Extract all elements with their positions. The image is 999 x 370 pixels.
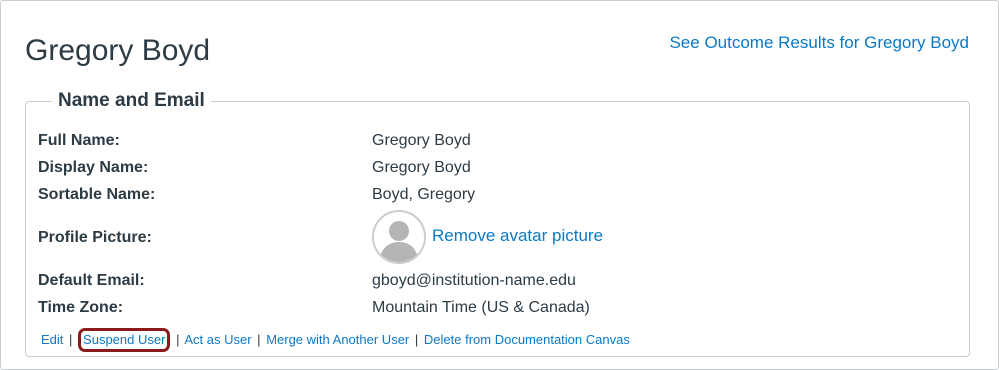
user-actions-bar: Edit | Suspend User | Act as User | Merg…	[41, 328, 630, 352]
time-zone-label: Time Zone:	[38, 299, 124, 316]
see-outcome-results-link[interactable]: See Outcome Results for Gregory Boyd	[669, 33, 969, 53]
sortable-name-value: Boyd, Gregory	[372, 186, 476, 203]
full-name-value: Gregory Boyd	[372, 132, 471, 149]
display-name-value: Gregory Boyd	[372, 159, 471, 176]
delete-user-link[interactable]: Delete from Documentation Canvas	[424, 332, 630, 347]
user-details-panel: Gregory Boyd See Outcome Results for Gre…	[0, 0, 999, 370]
merge-user-link[interactable]: Merge with Another User	[266, 332, 409, 347]
name-and-email-fieldset: Name and Email Full Name: Gregory Boyd D…	[25, 90, 970, 357]
separator: |	[176, 332, 180, 347]
suspend-user-link[interactable]: Suspend User	[83, 332, 165, 347]
separator: |	[69, 332, 73, 347]
separator: |	[414, 332, 419, 347]
avatar	[372, 210, 426, 264]
remove-avatar-link[interactable]: Remove avatar picture	[432, 226, 603, 246]
full-name-label: Full Name:	[38, 132, 120, 149]
separator: |	[257, 332, 261, 347]
act-as-user-link[interactable]: Act as User	[184, 332, 251, 347]
display-name-label: Display Name:	[38, 159, 149, 176]
page-title: Gregory Boyd	[25, 34, 211, 67]
fieldset-legend: Name and Email	[52, 90, 211, 112]
time-zone-value: Mountain Time (US & Canada)	[372, 299, 590, 316]
default-email-value: gboyd@institution-name.edu	[372, 272, 576, 289]
profile-picture-label: Profile Picture:	[38, 229, 152, 246]
suspend-user-highlight: Suspend User	[78, 328, 171, 352]
sortable-name-label: Sortable Name:	[38, 186, 156, 203]
edit-link[interactable]: Edit	[41, 332, 63, 347]
default-email-label: Default Email:	[38, 272, 145, 289]
avatar-placeholder-icon	[374, 212, 424, 262]
